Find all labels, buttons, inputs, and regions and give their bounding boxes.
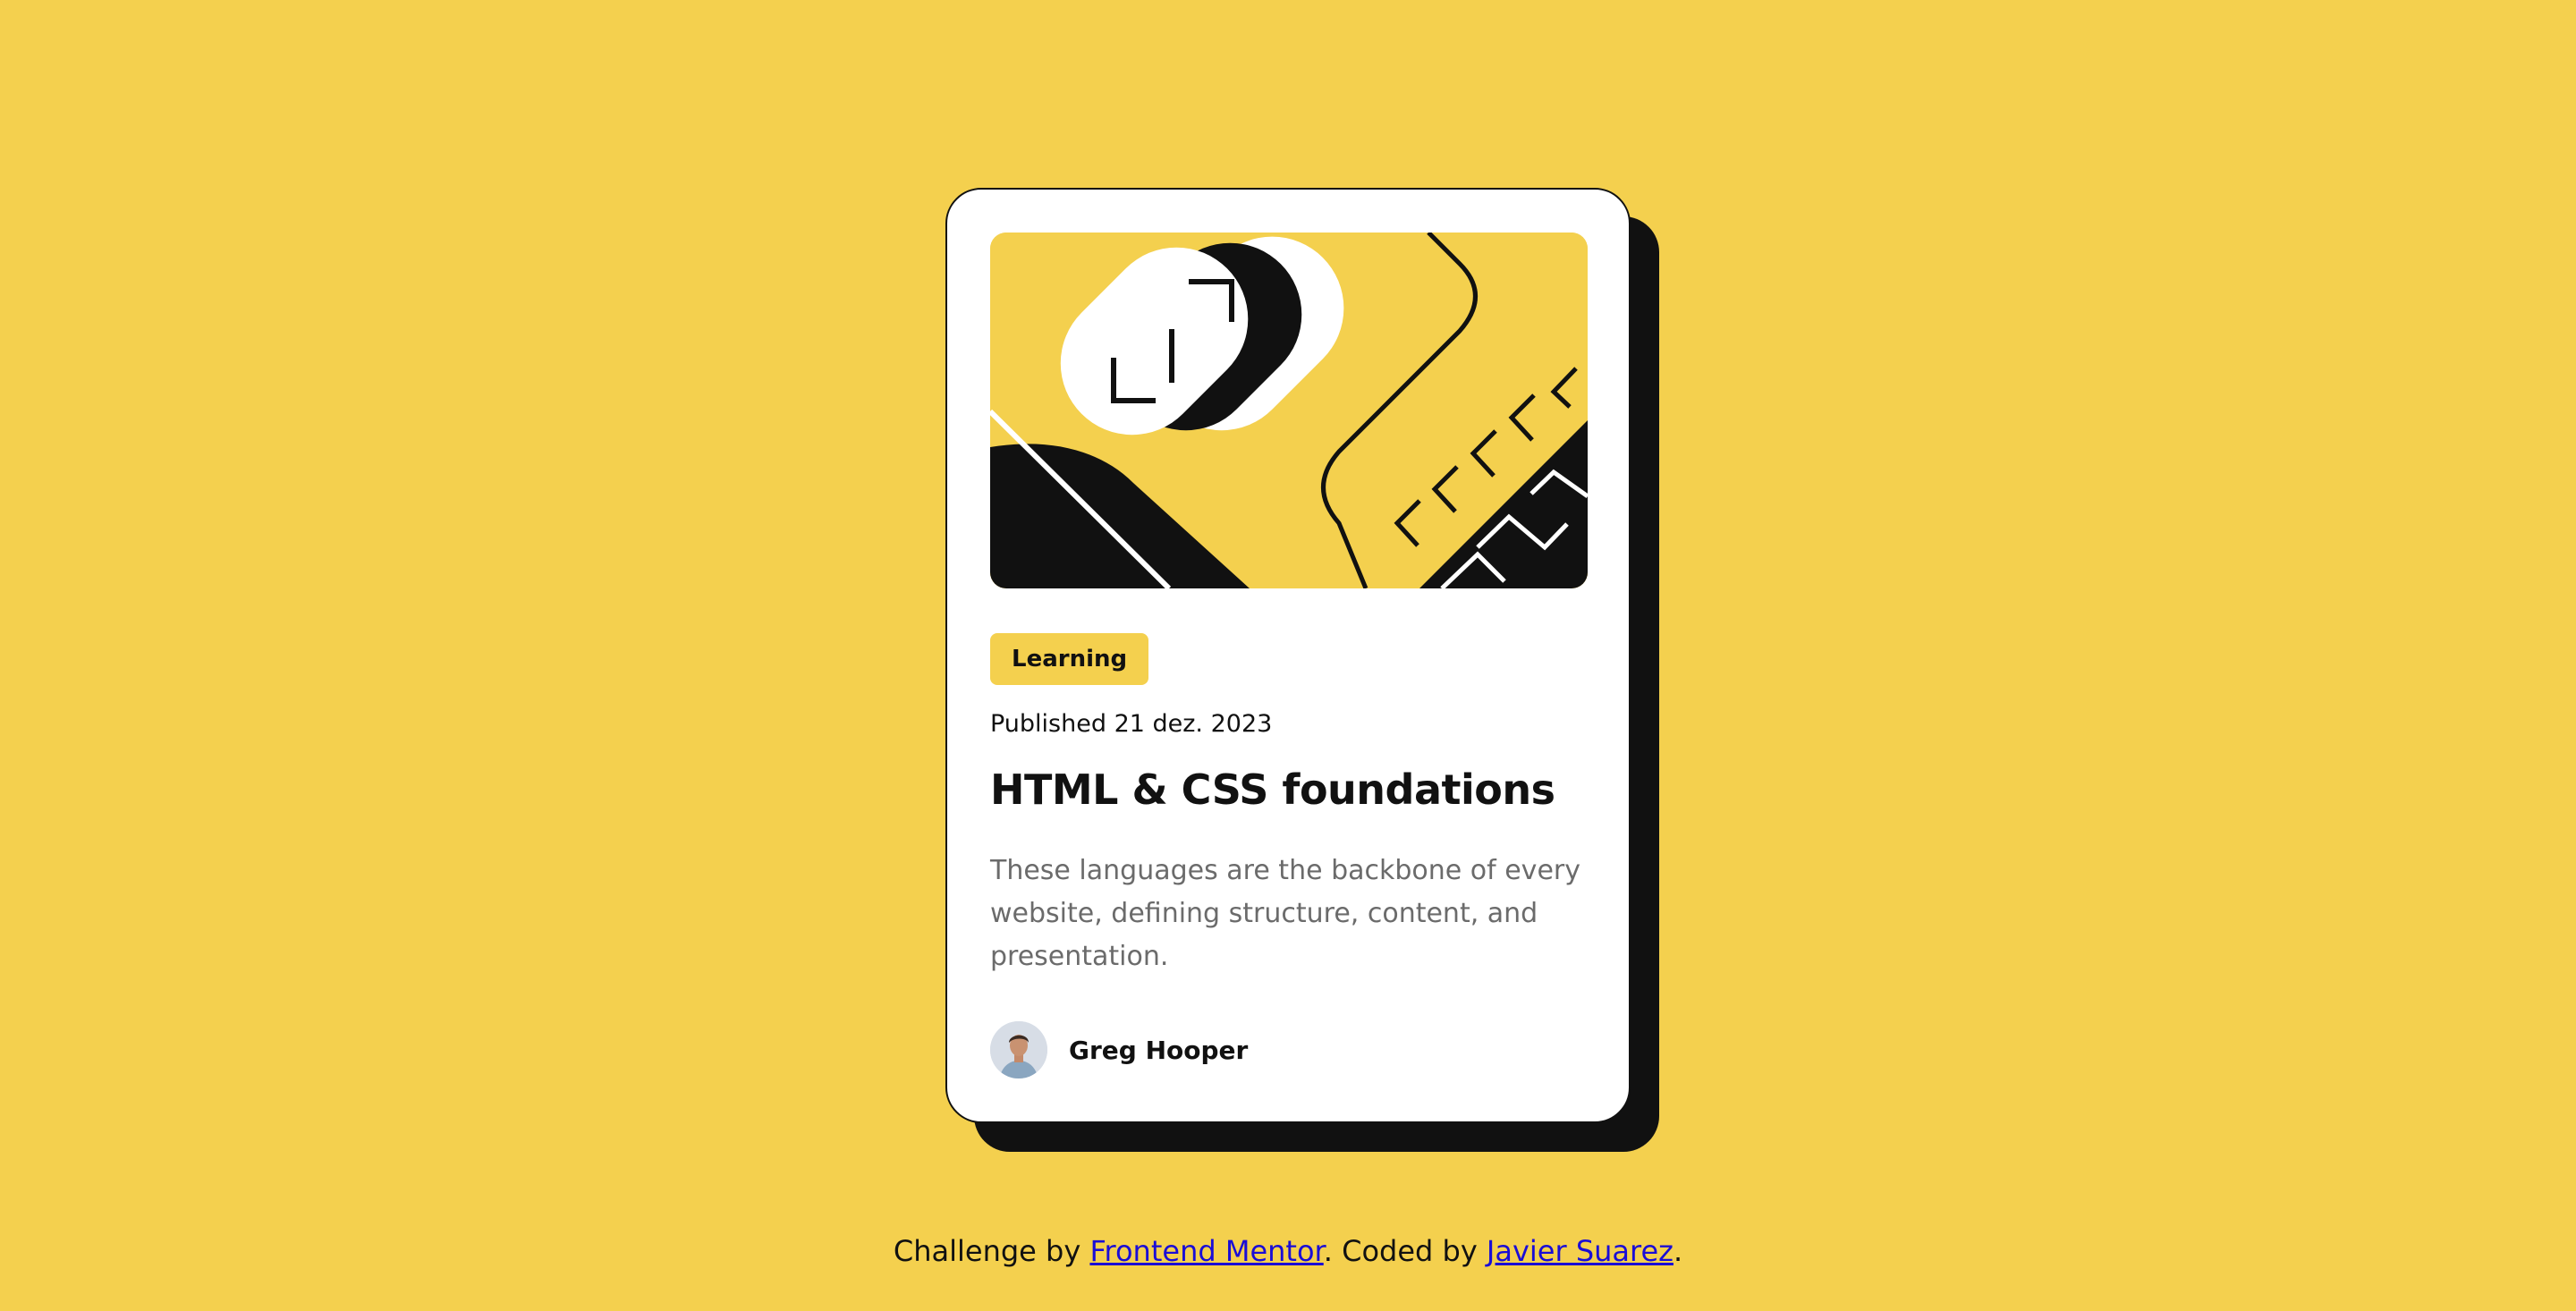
attribution-suffix: . — [1673, 1234, 1683, 1268]
frontend-mentor-link[interactable]: Frontend Mentor — [1089, 1234, 1323, 1268]
card-description: These languages are the backbone of ever… — [990, 855, 1580, 972]
category-tag: Learning — [990, 633, 1149, 685]
blog-card: Learning Published 21 dez. 2023 HTML & C… — [945, 188, 1631, 1123]
author-name: Greg Hooper — [1069, 1035, 1249, 1065]
attribution-middle: . Coded by — [1323, 1234, 1487, 1268]
author-block: Greg Hooper — [990, 1021, 1248, 1078]
published-date: Published 21 dez. 2023 — [990, 710, 1273, 738]
blog-card-wrapper: Learning Published 21 dez. 2023 HTML & C… — [945, 188, 1659, 1152]
author-link[interactable]: Javier Suarez — [1487, 1234, 1674, 1268]
attribution: Challenge by Frontend Mentor. Coded by J… — [0, 1234, 2576, 1268]
author-avatar — [990, 1021, 1047, 1078]
article-illustration — [990, 233, 1588, 588]
card-title[interactable]: HTML & CSS foundations — [990, 765, 1555, 814]
attribution-prefix: Challenge by — [893, 1234, 1090, 1268]
